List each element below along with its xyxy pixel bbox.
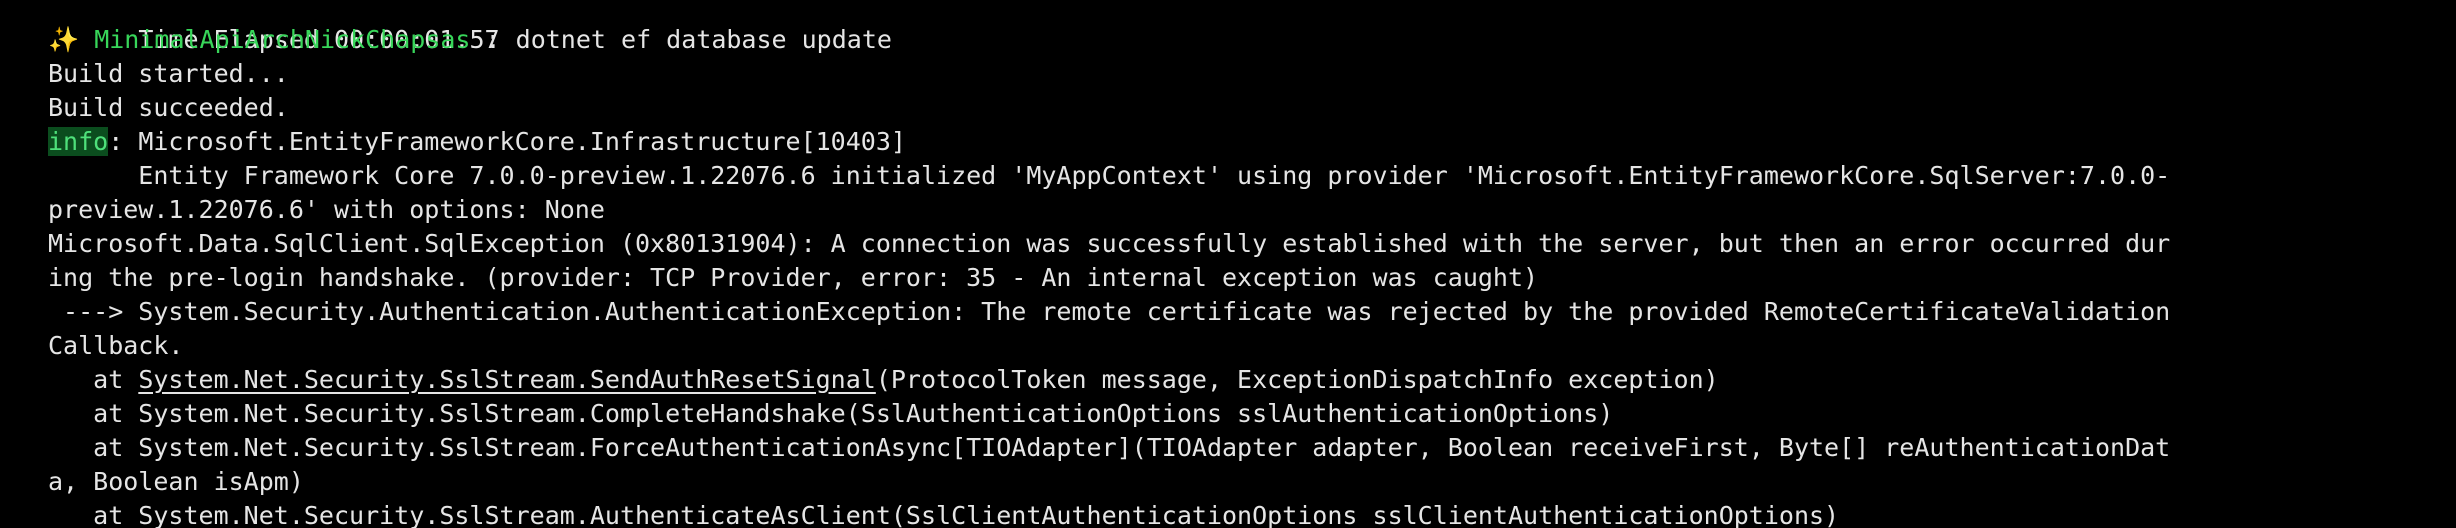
- terminal-line: preview.1.22076.6' with options: None: [48, 193, 2170, 227]
- output-text: : Microsoft.EntityFrameworkCore.Infrastr…: [108, 127, 906, 156]
- terminal-output: Time Elapsed 00:00:01.57 ✨ MinimalApiArc…: [48, 0, 2170, 528]
- prompt-command: : dotnet ef database update: [470, 25, 892, 54]
- output-text: ---> System.Security.Authentication.Auth…: [48, 297, 2171, 326]
- stack-frame-line: a, Boolean isApm): [48, 465, 2170, 499]
- inner-exception-line: Callback.: [48, 329, 2170, 363]
- inner-exception-line: ---> System.Security.Authentication.Auth…: [48, 295, 2170, 329]
- stack-frame-line: at System.Net.Security.SslStream.SendAut…: [48, 363, 2170, 397]
- terminal-window[interactable]: Time Elapsed 00:00:01.57 ✨ MinimalApiArc…: [0, 0, 2456, 528]
- output-text: at System.Net.Security.SslStream.Authent…: [48, 501, 1840, 528]
- terminal-line-time-elapsed: Time Elapsed 00:00:01.57: [48, 0, 2170, 54]
- output-text: at System.Net.Security.SslStream.Complet…: [48, 399, 1614, 428]
- output-text: a, Boolean isApm): [48, 467, 304, 496]
- output-text: preview.1.22076.6' with options: None: [48, 195, 605, 224]
- output-text: Build succeeded.: [48, 93, 289, 122]
- output-text: ing the pre-login handshake. (provider: …: [48, 263, 1539, 292]
- prompt-line: ✨ MinimalApiArchNickChapsas : dotnet ef …: [48, 23, 2170, 57]
- exception-line: Microsoft.Data.SqlClient.SqlException (0…: [48, 227, 2170, 261]
- stack-frame-line: at System.Net.Security.SslStream.ForceAu…: [48, 431, 2170, 465]
- exception-line: ing the pre-login handshake. (provider: …: [48, 261, 2170, 295]
- sparkle-icon: ✨: [48, 25, 80, 54]
- info-badge: info: [48, 127, 109, 156]
- terminal-line: Entity Framework Core 7.0.0-preview.1.22…: [48, 159, 2170, 193]
- terminal-line: Build succeeded.: [48, 91, 2170, 125]
- terminal-line: Build started...: [48, 57, 2170, 91]
- log-line-info: info: Microsoft.EntityFrameworkCore.Infr…: [48, 125, 2170, 159]
- output-text: Entity Framework Core 7.0.0-preview.1.22…: [48, 161, 2171, 190]
- output-text: at System.Net.Security.SslStream.ForceAu…: [48, 433, 2171, 462]
- stack-frame-line: at System.Net.Security.SslStream.Complet…: [48, 397, 2170, 431]
- output-text: Build started...: [48, 59, 289, 88]
- stack-frame-prefix: at: [48, 365, 139, 394]
- stack-frame-link[interactable]: System.Net.Security.SslStream.SendAuthRe…: [138, 365, 876, 394]
- output-text: Callback.: [48, 331, 184, 360]
- stack-frame-line: at System.Net.Security.SslStream.Authent…: [48, 499, 2170, 528]
- prompt-project-name: MinimalApiArchNickChapsas: [94, 25, 471, 54]
- stack-frame-suffix: (ProtocolToken message, ExceptionDispatc…: [875, 365, 1719, 394]
- output-text: Microsoft.Data.SqlClient.SqlException (0…: [48, 229, 2171, 258]
